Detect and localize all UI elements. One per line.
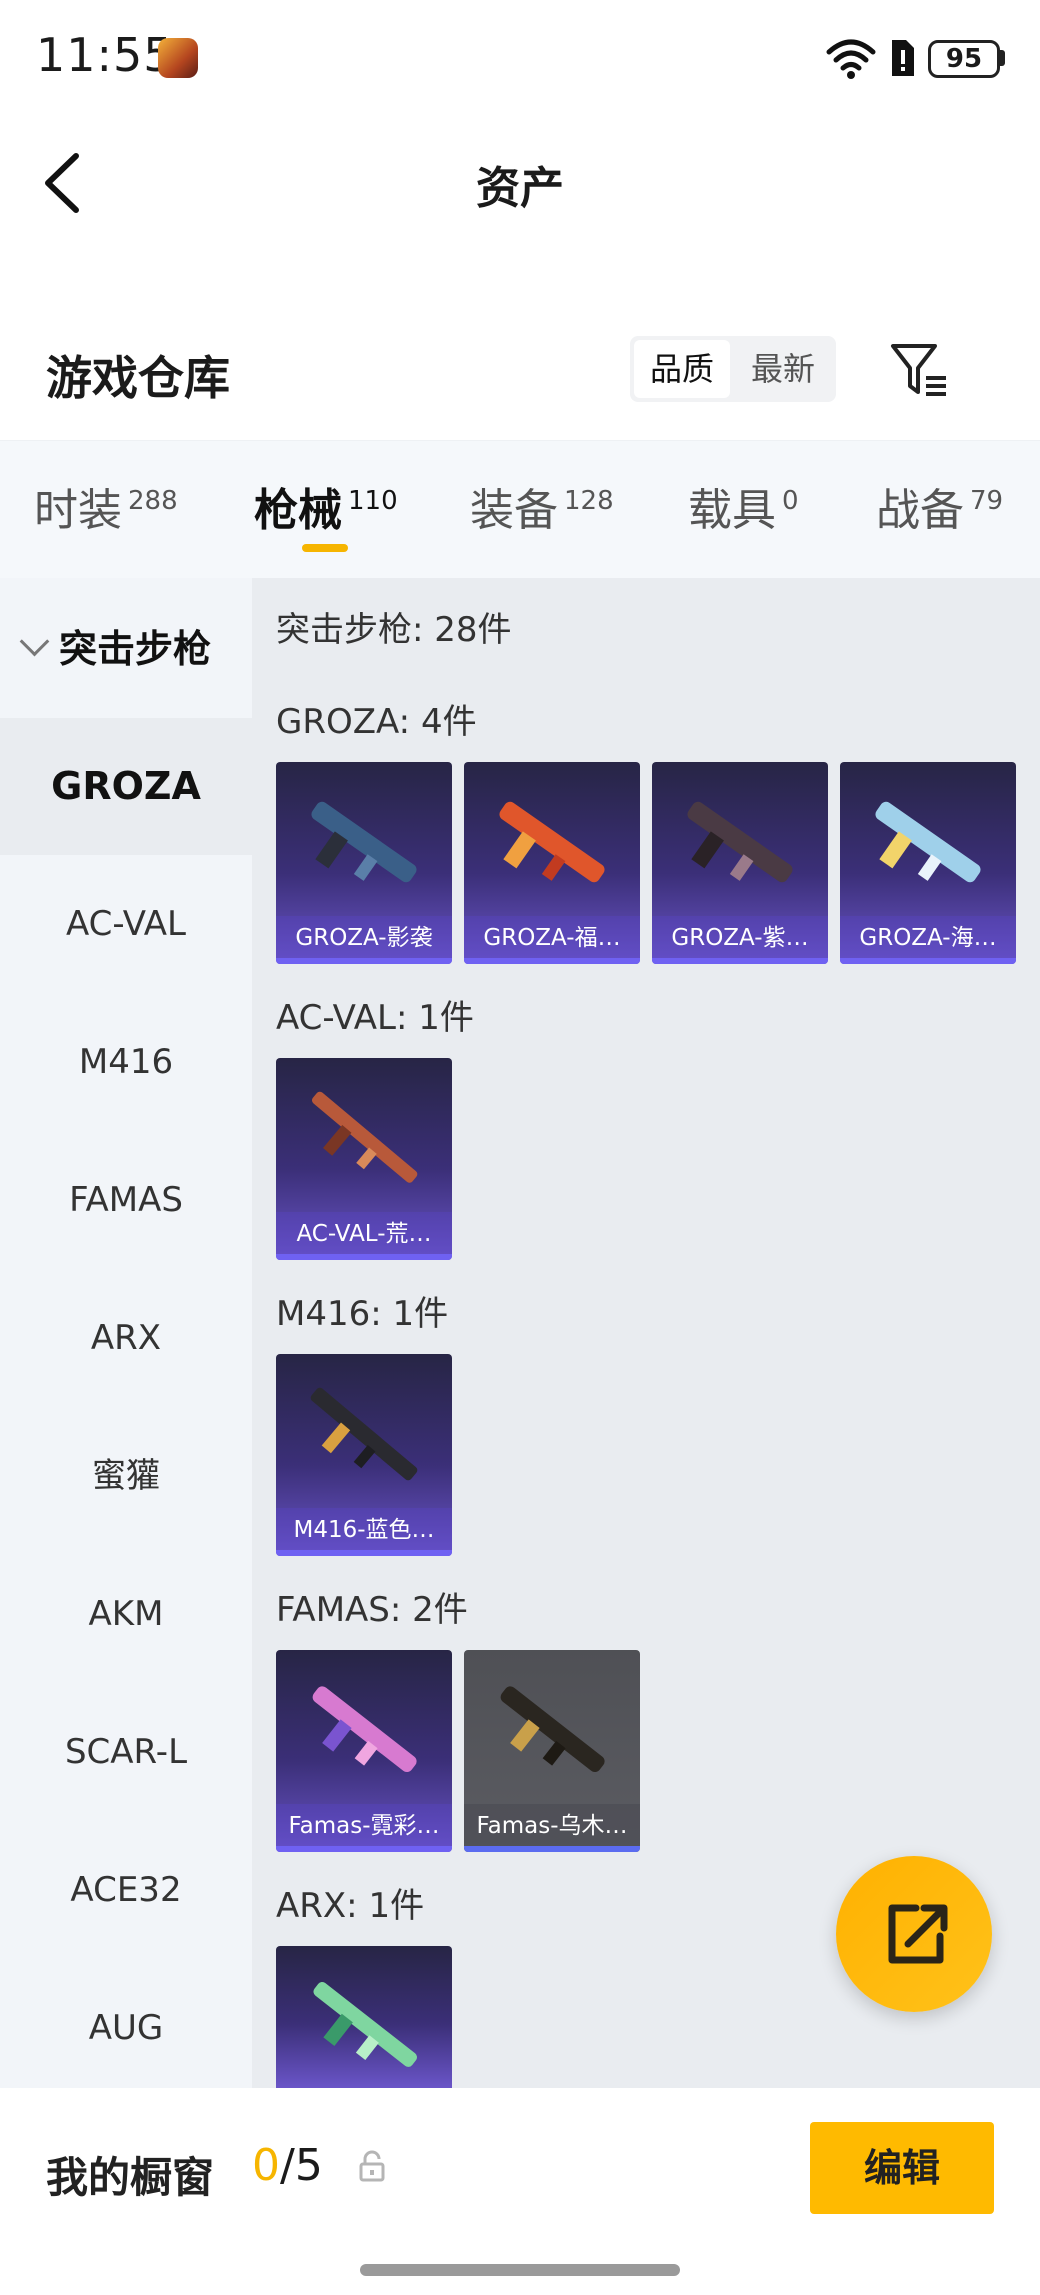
sidebar-item-aug[interactable]: AUG [0, 1960, 252, 2097]
tab-count: 128 [564, 486, 614, 517]
warehouse-title: 游戏仓库 [46, 351, 230, 405]
wifi-icon [826, 39, 876, 79]
weapon-card-name: M416-蓝色… [276, 1508, 452, 1556]
section-label-arx: ARX: 1件 [276, 1886, 425, 1926]
showcase-label: 我的橱窗 [46, 2153, 215, 2202]
weapon-card[interactable]: Famas-乌木… [464, 1650, 640, 1852]
tab-count: 288 [128, 486, 178, 517]
sidebar-item-groza[interactable]: GROZA [0, 718, 252, 855]
weapon-card-name: Famas-乌木… [464, 1804, 640, 1852]
weapon-card-name: GROZA-福… [464, 916, 640, 964]
home-indicator[interactable] [360, 2264, 680, 2276]
sidebar-item-scar-l[interactable]: SCAR-L [0, 1684, 252, 1821]
sidebar-category-label: 突击步枪 [59, 627, 212, 671]
status-time: 11:55 [36, 28, 174, 82]
weapon-card[interactable]: Famas-霓彩… [276, 1650, 452, 1852]
weapon-card-name: GROZA-紫… [652, 916, 828, 964]
sidebar-item-arx[interactable]: ARX [0, 1270, 252, 1407]
weapon-card[interactable] [276, 1946, 452, 2088]
sidebar-item-akm[interactable]: AKM [0, 1546, 252, 1683]
tab-equipment[interactable]: 装备 128 [470, 474, 614, 538]
tab-label: 装备 [470, 485, 558, 536]
sidebar-category-assault-rifles[interactable]: 突击步枪 [18, 618, 211, 673]
tab-count: 0 [782, 486, 799, 517]
section-label-famas: FAMAS: 2件 [276, 1590, 468, 1630]
filter-icon[interactable] [890, 342, 950, 398]
tab-label: 战备 [876, 485, 964, 536]
rifle-icon [311, 801, 417, 883]
weapon-card-name: AC-VAL-荒… [276, 1212, 452, 1260]
sort-quality-button[interactable]: 品质 [634, 340, 730, 398]
weapon-card[interactable]: GROZA-影袭 [276, 762, 452, 964]
sort-newest-button[interactable]: 最新 [734, 340, 832, 398]
edit-button[interactable]: 编辑 [810, 2122, 994, 2214]
weapon-card-name: GROZA-海… [840, 916, 1016, 964]
showcase-count-current: 0 [252, 2140, 280, 2191]
tab-count: 110 [348, 486, 398, 517]
app-notification-icon [158, 38, 198, 78]
sidebar-item-ace32[interactable]: ACE32 [0, 1822, 252, 1959]
sidebar-item-m416[interactable]: M416 [0, 994, 252, 1131]
rifle-icon [312, 1686, 417, 1773]
tab-label: 枪械 [254, 485, 342, 536]
lock-icon [359, 2150, 385, 2182]
rifle-icon [311, 1091, 418, 1183]
showcase-count-total: /5 [280, 2140, 323, 2191]
rifle-icon [875, 801, 981, 883]
sidebar-item-famas[interactable]: FAMAS [0, 1132, 252, 1269]
tab-label: 载具 [688, 485, 776, 536]
tab-label: 时装 [34, 485, 122, 536]
weapon-card[interactable]: GROZA-紫… [652, 762, 828, 964]
battery-indicator: 95 [928, 40, 1000, 78]
weapon-card[interactable]: GROZA-福… [464, 762, 640, 964]
chevron-down-icon [19, 626, 50, 657]
weapon-card-name: GROZA-影袭 [276, 916, 452, 964]
sim-alert-icon [892, 40, 914, 76]
tab-combat-gear[interactable]: 战备 79 [876, 474, 1003, 538]
rifle-icon [500, 1686, 605, 1773]
category-total: 突击步枪: 28件 [276, 610, 512, 650]
battery-nub [1000, 50, 1005, 66]
tab-vehicles[interactable]: 载具 0 [688, 474, 799, 538]
rifle-icon [687, 801, 793, 883]
section-label-m416: M416: 1件 [276, 1294, 449, 1334]
weapon-card[interactable]: GROZA-海… [840, 762, 1016, 964]
share-icon [888, 1904, 948, 1964]
weapon-card[interactable]: M416-蓝色… [276, 1354, 452, 1556]
tab-firearms[interactable]: 枪械 110 [254, 474, 398, 538]
showcase-count: 0/5 [252, 2140, 323, 2191]
weapon-card-name: Famas-霓彩… [276, 1804, 452, 1852]
sidebar-item-ac-val[interactable]: AC-VAL [0, 856, 252, 993]
page-title: 资产 [476, 163, 564, 214]
rifle-icon [313, 1981, 417, 2067]
sidebar-item-honey-badger[interactable]: 蜜獾 [0, 1408, 252, 1545]
tab-fashion[interactable]: 时装 288 [34, 474, 178, 538]
section-label-ac-val: AC-VAL: 1件 [276, 998, 474, 1038]
tab-count: 79 [970, 486, 1004, 517]
weapon-card[interactable]: AC-VAL-荒… [276, 1058, 452, 1260]
rifle-icon [310, 1387, 418, 1481]
active-tab-indicator [302, 544, 348, 552]
share-button[interactable] [836, 1856, 992, 2012]
rifle-icon [499, 801, 605, 883]
section-label-groza: GROZA: 4件 [276, 702, 477, 742]
